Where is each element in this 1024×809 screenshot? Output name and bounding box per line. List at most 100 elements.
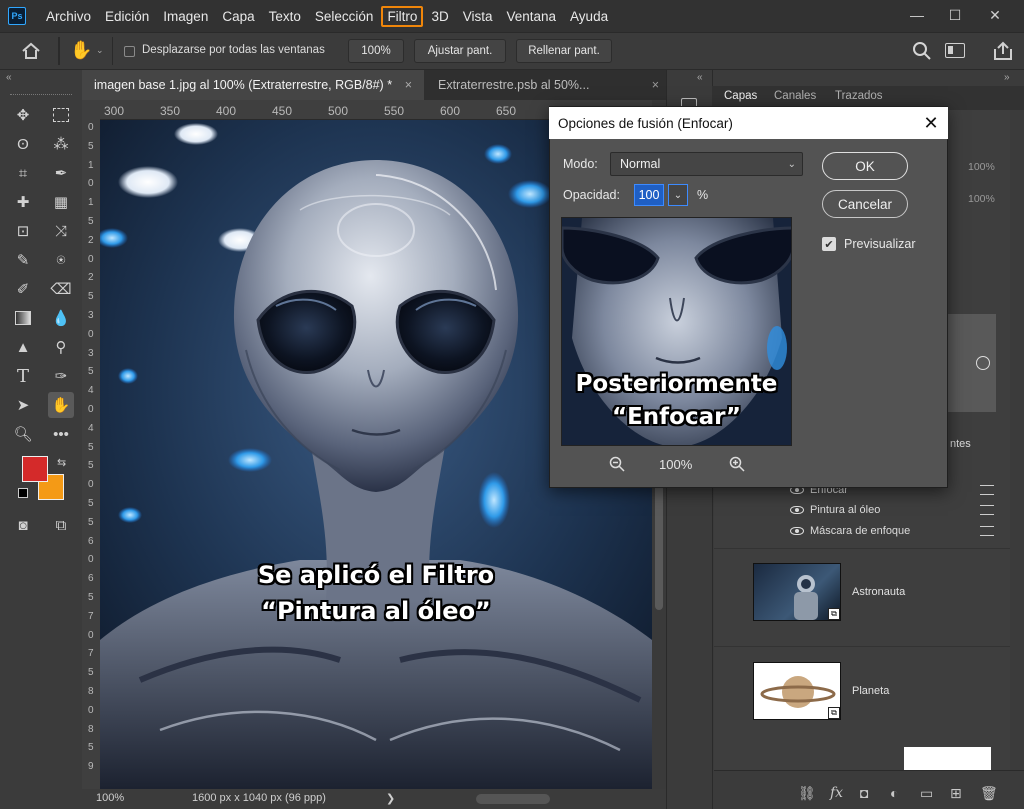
layer-name[interactable]: Astronauta <box>852 586 905 598</box>
share-icon[interactable] <box>992 40 1014 67</box>
screen-mode-icon[interactable]: ⧉ <box>48 512 74 538</box>
move-tool-icon[interactable]: ✥ <box>10 102 36 128</box>
adjustment-layer-icon[interactable]: ◐ <box>890 785 898 801</box>
opacity-dropdown[interactable]: ⌄ <box>668 184 688 206</box>
eye-icon[interactable] <box>790 527 804 535</box>
blend-options-icon[interactable] <box>980 485 994 495</box>
lasso-tool-icon[interactable]: ʘ <box>10 131 36 157</box>
ruler-tick: 8 <box>88 686 94 697</box>
add-mask-icon[interactable]: ◘ <box>860 785 868 801</box>
healing-brush-icon[interactable]: ✚ <box>10 189 36 215</box>
foreground-color-swatch[interactable] <box>22 456 48 482</box>
menu-ventana[interactable]: Ventana <box>500 6 562 27</box>
fx-icon[interactable]: fx <box>830 785 843 801</box>
blend-options-icon[interactable] <box>980 526 994 536</box>
menu-archivo[interactable]: Archivo <box>40 6 97 27</box>
zoom-out-icon[interactable] <box>609 456 625 475</box>
filters-label-partial: ntes <box>950 438 971 450</box>
collapse-icon[interactable]: « <box>697 72 703 83</box>
caption-line: “Pintura al óleo” <box>261 597 491 625</box>
menu-ayuda[interactable]: Ayuda <box>564 6 614 27</box>
smart-filter-icon[interactable] <box>976 356 990 370</box>
frame-tool-icon[interactable]: ⊡ <box>10 218 36 244</box>
scroll-all-checkbox[interactable] <box>124 46 135 57</box>
marquee-tool-icon[interactable] <box>48 102 74 128</box>
menu-3d[interactable]: 3D <box>425 6 454 27</box>
gradient-tool-icon[interactable] <box>10 305 36 331</box>
sharpen-tool-icon[interactable]: ▲ <box>10 334 36 360</box>
layers-panel-footer: ⛓ fx ◘ ◐ ▭ ⊞ 🗑︎ <box>714 770 1024 809</box>
status-menu-arrow[interactable]: ❯ <box>386 792 395 805</box>
pen-tool-icon[interactable]: ✑ <box>48 363 74 389</box>
path-selection-icon[interactable]: ➤ <box>10 392 36 418</box>
hand-tool-icon-active[interactable]: ✋ <box>48 392 74 418</box>
ruler-tick: 8 <box>88 723 94 735</box>
new-group-icon[interactable]: ▭ <box>920 785 933 802</box>
crop-tool-icon[interactable]: ⌗ <box>10 160 36 186</box>
preview-checkbox[interactable]: ✔ <box>822 237 836 251</box>
cancel-button[interactable]: Cancelar <box>822 190 908 218</box>
close-icon[interactable]: ✕ <box>918 110 944 136</box>
menu-texto[interactable]: Texto <box>263 6 307 27</box>
eye-icon[interactable] <box>790 506 804 514</box>
menu-seleccion[interactable]: Selección <box>309 6 380 27</box>
new-layer-icon[interactable]: ⊞ <box>950 785 962 802</box>
menu-edicion[interactable]: Edición <box>99 6 155 27</box>
menu-imagen[interactable]: Imagen <box>157 6 214 27</box>
type-tool-icon[interactable]: T <box>10 363 36 389</box>
zoom-tool-icon[interactable]: 🔍︎ <box>10 421 36 447</box>
mode-select[interactable]: Normal ⌄ <box>610 152 803 176</box>
close-tab-icon[interactable]: × <box>652 78 659 92</box>
blur-tool-icon[interactable]: 💧 <box>48 305 74 331</box>
eraser-icon[interactable]: ⌫ <box>48 276 74 302</box>
delete-layer-icon[interactable]: 🗑︎ <box>980 785 998 802</box>
layer-name[interactable]: Planeta <box>852 685 889 697</box>
brush-tool-icon[interactable]: ✎ <box>10 247 36 273</box>
collapse-icon[interactable]: « <box>6 72 12 83</box>
opacity-value-partial[interactable]: 100% <box>968 161 995 173</box>
tab-capas[interactable]: Capas <box>724 90 757 102</box>
zoom-100-button[interactable]: 100% <box>348 39 404 63</box>
close-window-button[interactable]: ✕ <box>980 3 1010 27</box>
default-colors-icon[interactable] <box>18 488 28 498</box>
hand-tool-icon[interactable]: ✋ <box>70 40 92 62</box>
history-brush-icon[interactable]: ✐ <box>10 276 36 302</box>
tab-canales[interactable]: Canales <box>774 90 816 102</box>
zoom-in-icon[interactable] <box>729 456 745 475</box>
zoom-level[interactable]: 100% <box>96 792 124 804</box>
clone-stamp-icon[interactable]: ⍟ <box>48 247 74 273</box>
home-icon[interactable] <box>20 41 44 63</box>
menu-vista[interactable]: Vista <box>457 6 499 27</box>
patch-tool-icon[interactable]: ▦ <box>48 189 74 215</box>
expand-icon[interactable]: » <box>1004 72 1010 83</box>
tab-extraterrestre[interactable]: Extraterrestre.psb al 50%... × <box>426 70 671 100</box>
ok-button[interactable]: OK <box>822 152 908 180</box>
fill-screen-button[interactable]: Rellenar pant. <box>516 39 612 63</box>
minimize-button[interactable]: — <box>902 3 932 27</box>
horizontal-scrollbar-thumb[interactable] <box>476 794 550 804</box>
quick-mask-icon[interactable]: ◙ <box>10 512 36 538</box>
tab-trazados[interactable]: Trazados <box>835 90 883 102</box>
effect-mascara-enfoque[interactable]: Máscara de enfoque <box>790 521 1010 541</box>
magic-wand-icon[interactable]: ⁂ <box>48 131 74 157</box>
menu-filtro[interactable]: Filtro <box>381 5 424 27</box>
close-tab-icon[interactable]: × <box>405 78 412 92</box>
chevron-down-icon[interactable]: ⌄ <box>96 45 104 56</box>
tab-imagen-base[interactable]: imagen base 1.jpg al 100% (Extraterrestr… <box>82 70 424 100</box>
fit-screen-button[interactable]: Ajustar pant. <box>414 39 506 63</box>
eyedropper-icon[interactable]: ✒ <box>48 160 74 186</box>
swap-colors-icon[interactable]: ⇆ <box>57 456 66 469</box>
blend-options-icon[interactable] <box>980 505 994 515</box>
link-layers-icon[interactable]: ⛓ <box>798 785 816 802</box>
workspace-icon[interactable] <box>945 43 965 58</box>
opacity-input[interactable]: 100 <box>634 184 664 206</box>
menu-capa[interactable]: Capa <box>216 6 260 27</box>
more-tools-icon[interactable]: ••• <box>48 421 74 447</box>
effect-pintura-oleo[interactable]: Pintura al óleo <box>790 500 1010 520</box>
maximize-button[interactable]: ☐ <box>940 3 970 27</box>
content-aware-move-icon[interactable]: ⤨ <box>48 218 74 244</box>
photoshop-logo: Ps <box>8 7 26 25</box>
dodge-tool-icon[interactable]: ⚲ <box>48 334 74 360</box>
fill-value-partial[interactable]: 100% <box>968 193 995 205</box>
search-icon[interactable] <box>912 41 932 66</box>
